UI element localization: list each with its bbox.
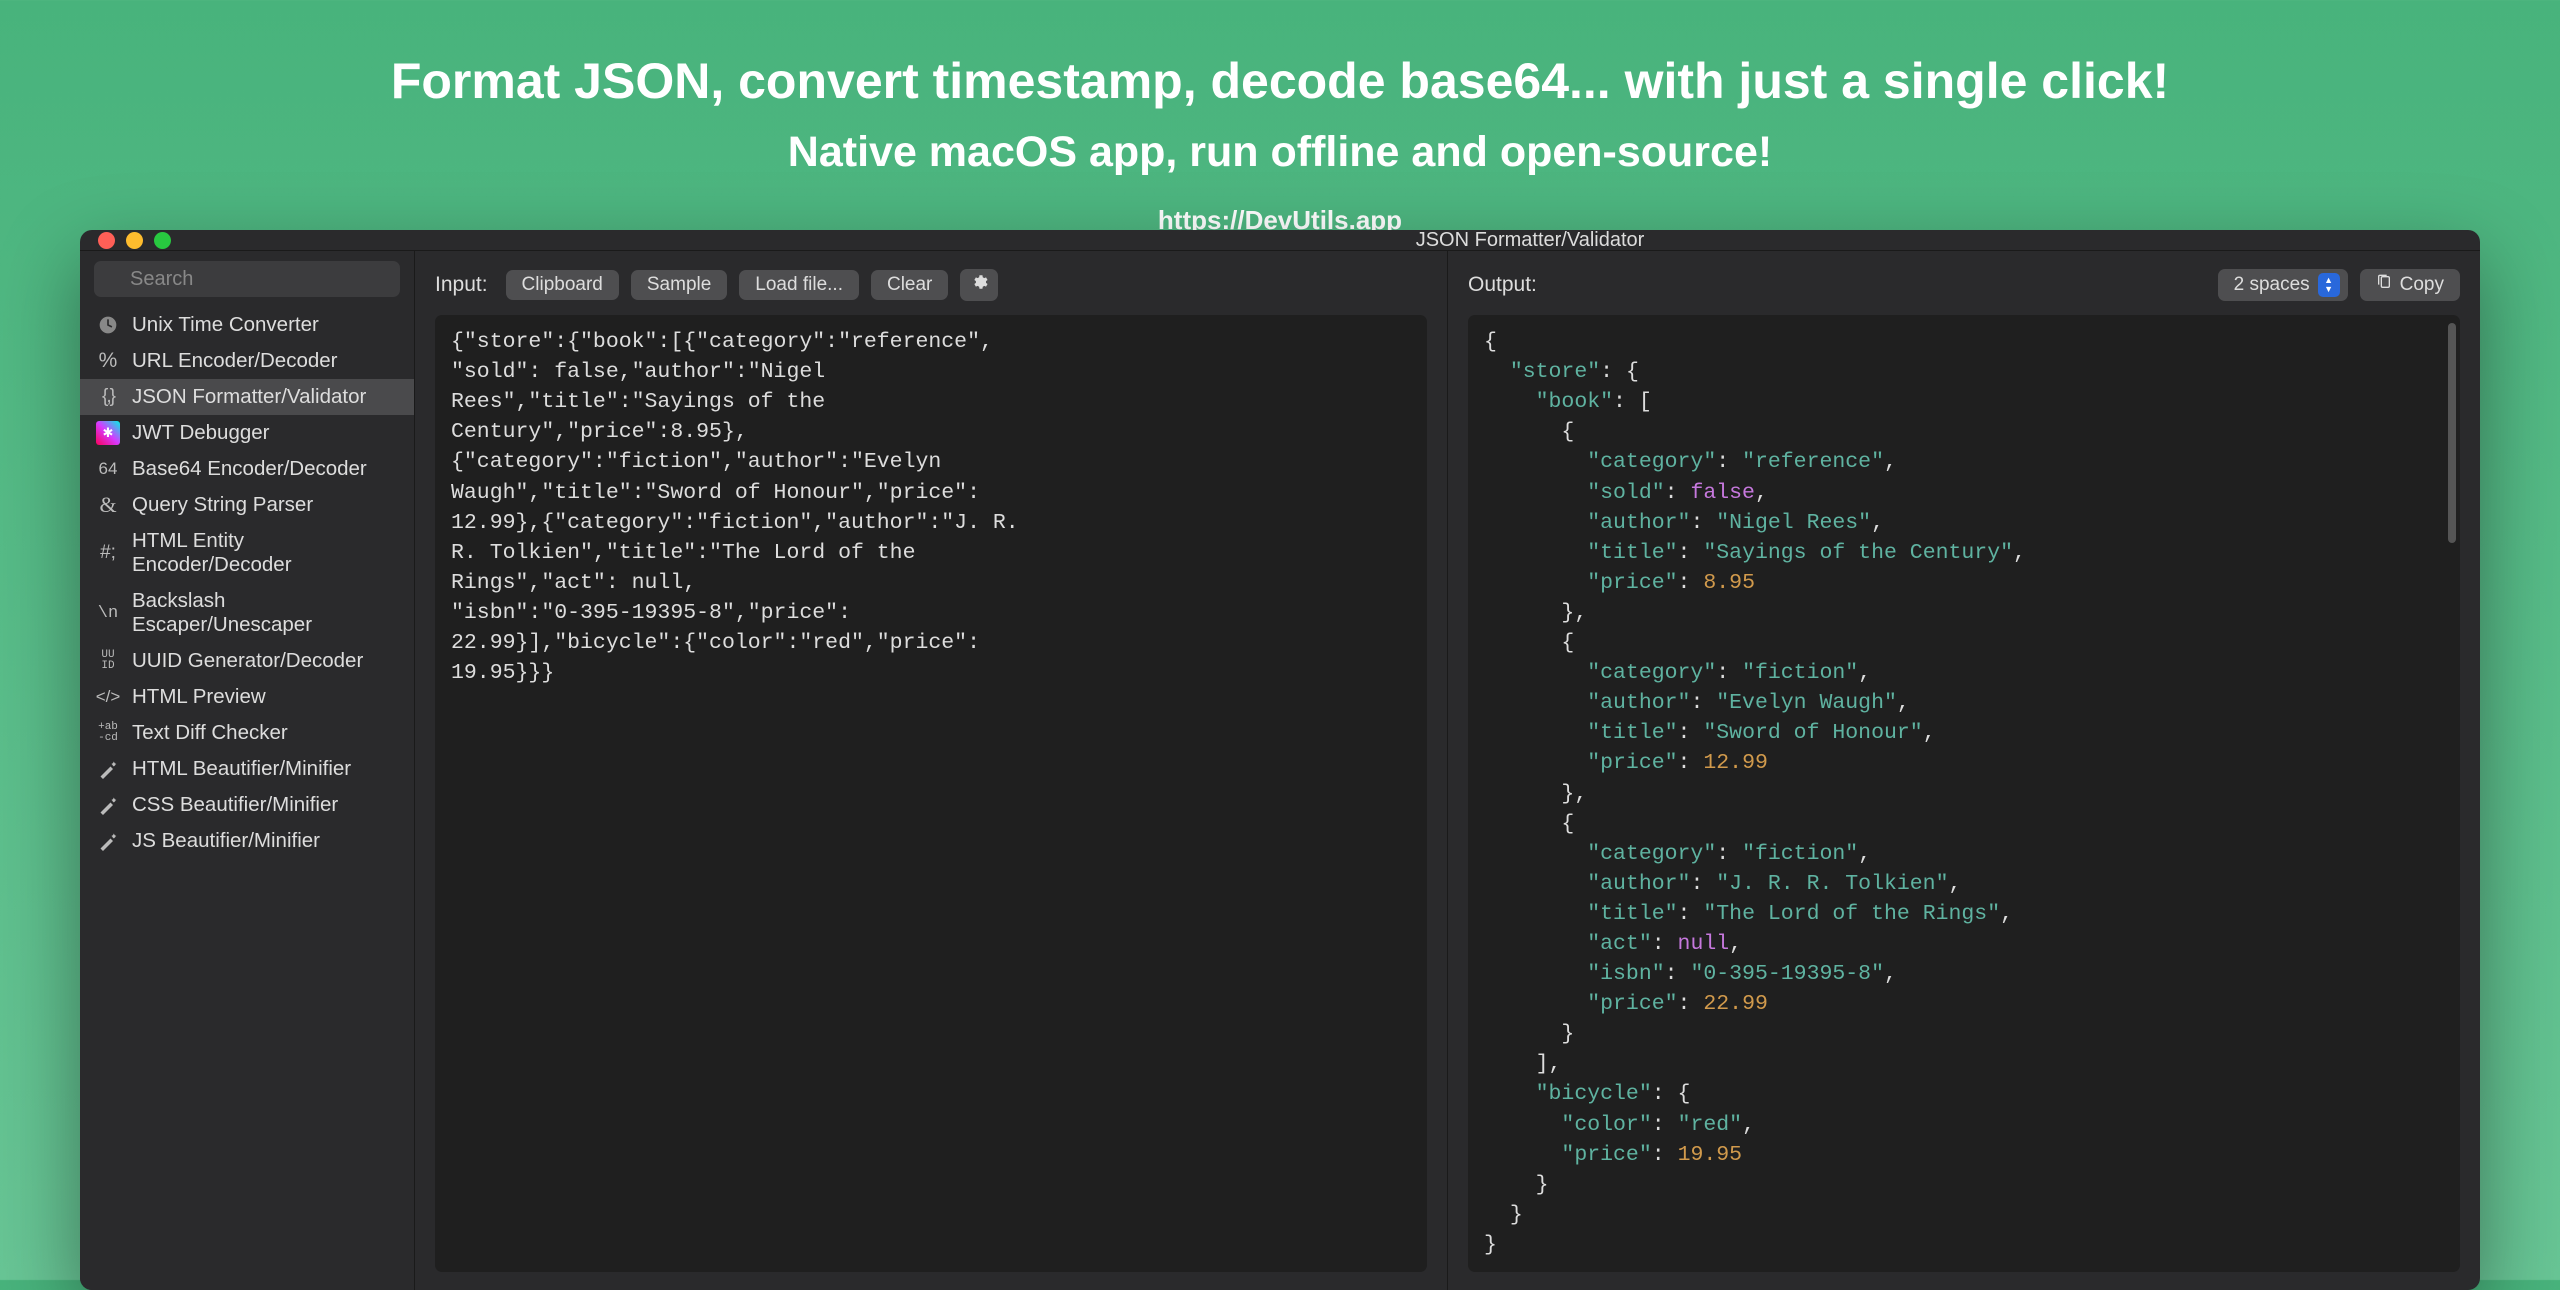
clear-button[interactable]: Clear: [871, 270, 948, 300]
sidebar-item-label: HTML Beautifier/Minifier: [132, 757, 351, 781]
sidebar-item-label: JWT Debugger: [132, 421, 269, 445]
sidebar-item-js-beautifier-minifier[interactable]: JS Beautifier/Minifier: [80, 823, 414, 859]
sidebar: Unix Time Converter% URL Encoder/Decoder {…: [80, 251, 415, 1290]
window-title: JSON Formatter/Validator: [80, 230, 2480, 252]
sidebar-item-uuid-generator-decoder[interactable]: UUID UUID Generator/Decoder: [80, 643, 414, 679]
hash-icon: #;: [96, 541, 120, 565]
indent-select[interactable]: 2 spaces ▲▼: [2218, 269, 2348, 301]
clipboard-button[interactable]: Clipboard: [506, 270, 619, 300]
minimize-icon[interactable]: [126, 232, 143, 249]
b64-icon: 64: [96, 457, 120, 481]
uuid-icon: UUID: [96, 649, 120, 673]
input-label: Input:: [435, 273, 488, 297]
fullscreen-icon[interactable]: [154, 232, 171, 249]
html-icon: </>: [96, 685, 120, 709]
hero-headline-2: Native macOS app, run offline and open-s…: [0, 128, 2560, 177]
copy-button[interactable]: Copy: [2360, 269, 2460, 301]
sidebar-item-label: CSS Beautifier/Minifier: [132, 793, 338, 817]
clipboard-icon: [2376, 273, 2392, 297]
input-textarea[interactable]: {"store":{"book":[{"category":"reference…: [435, 315, 1427, 1272]
sidebar-item-label: Text Diff Checker: [132, 721, 288, 745]
close-icon[interactable]: [98, 232, 115, 249]
chevron-updown-icon: ▲▼: [2318, 273, 2340, 297]
sidebar-item-label: HTML Preview: [132, 685, 266, 709]
sidebar-item-base64-encoder-decoder[interactable]: 64 Base64 Encoder/Decoder: [80, 451, 414, 487]
tool-list: Unix Time Converter% URL Encoder/Decoder {…: [80, 307, 414, 859]
output-textarea[interactable]: { "store": { "book": [ { "category": "re…: [1468, 315, 2460, 1272]
sidebar-item-unix-time-converter[interactable]: Unix Time Converter: [80, 307, 414, 343]
wand-icon: [96, 793, 120, 817]
app-window: JSON Formatter/Validator Unix Time Conve…: [80, 230, 2480, 1290]
sidebar-item-css-beautifier-minifier[interactable]: CSS Beautifier/Minifier: [80, 787, 414, 823]
sidebar-item-label: URL Encoder/Decoder: [132, 349, 337, 373]
wand-icon: [96, 757, 120, 781]
amp-icon: &: [96, 493, 120, 517]
output-label: Output:: [1468, 273, 1537, 297]
input-pane: Input: Clipboard Sample Load file... Cle…: [415, 251, 1448, 1290]
diff-icon: +ab-cd: [96, 721, 120, 745]
indent-value: 2 spaces: [2234, 274, 2310, 296]
hero-headline-1: Format JSON, convert timestamp, decode b…: [0, 52, 2560, 110]
gear-icon: [970, 275, 988, 296]
sample-button[interactable]: Sample: [631, 270, 727, 300]
sidebar-item-query-string-parser[interactable]: &Query String Parser: [80, 487, 414, 523]
sidebar-item-label: UUID Generator/Decoder: [132, 649, 363, 673]
braces-icon: {,}: [96, 385, 120, 409]
sidebar-item-json-formatter-validator[interactable]: {,} JSON Formatter/Validator: [80, 379, 414, 415]
backslash-icon: \n: [96, 601, 120, 625]
sidebar-item-label: Query String Parser: [132, 493, 313, 517]
sidebar-item-label: Backslash Escaper/Unescaper: [132, 589, 398, 637]
sidebar-item-html-entity-encoder-decoder[interactable]: #; HTML Entity Encoder/Decoder: [80, 523, 414, 583]
output-pane: Output: 2 spaces ▲▼ Copy: [1448, 251, 2480, 1290]
load-file-button[interactable]: Load file...: [739, 270, 859, 300]
clock-icon: [96, 313, 120, 337]
sidebar-item-label: Unix Time Converter: [132, 313, 319, 337]
sidebar-item-backslash-escaper-unescaper[interactable]: \n Backslash Escaper/Unescaper: [80, 583, 414, 643]
sidebar-item-url-encoder-decoder[interactable]: % URL Encoder/Decoder: [80, 343, 414, 379]
traffic-lights: [98, 232, 171, 249]
sidebar-item-html-preview[interactable]: </> HTML Preview: [80, 679, 414, 715]
sidebar-item-label: Base64 Encoder/Decoder: [132, 457, 367, 481]
jwt-icon: ✱: [96, 421, 120, 445]
settings-button[interactable]: [960, 269, 998, 301]
percent-icon: %: [96, 349, 120, 373]
sidebar-item-label: JSON Formatter/Validator: [132, 385, 366, 409]
search-input[interactable]: [94, 261, 400, 297]
sidebar-item-label: HTML Entity Encoder/Decoder: [132, 529, 398, 577]
titlebar: JSON Formatter/Validator: [80, 230, 2480, 251]
sidebar-item-text-diff-checker[interactable]: +ab-cd Text Diff Checker: [80, 715, 414, 751]
wand-icon: [96, 829, 120, 853]
scrollbar-icon[interactable]: [2448, 323, 2456, 543]
hero-banner: Format JSON, convert timestamp, decode b…: [0, 0, 2560, 236]
copy-label: Copy: [2400, 274, 2444, 296]
sidebar-item-jwt-debugger[interactable]: ✱ JWT Debugger: [80, 415, 414, 451]
sidebar-item-label: JS Beautifier/Minifier: [132, 829, 320, 853]
sidebar-item-html-beautifier-minifier[interactable]: HTML Beautifier/Minifier: [80, 751, 414, 787]
